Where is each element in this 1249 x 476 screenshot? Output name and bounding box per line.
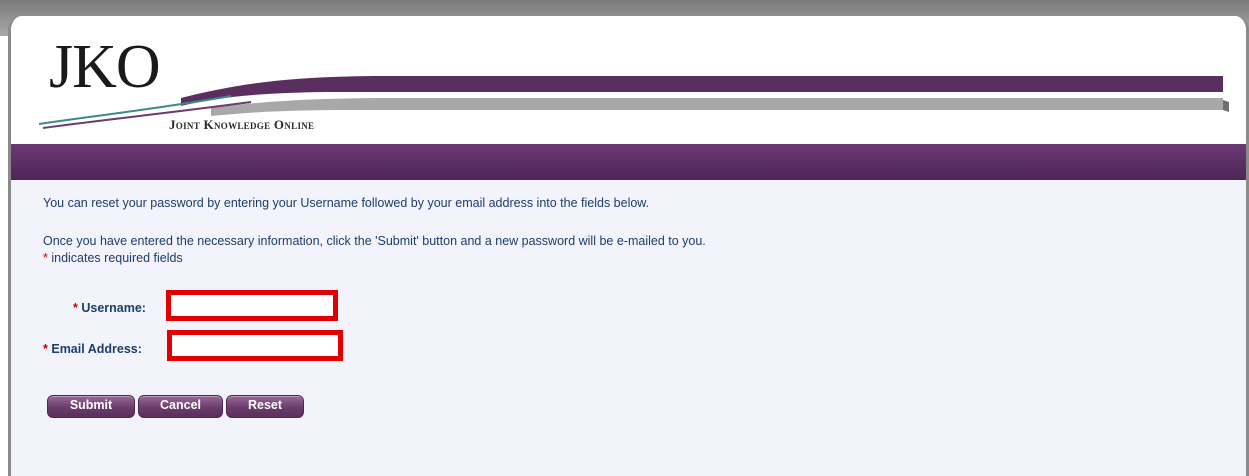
required-note-text: indicates required fields xyxy=(47,251,183,265)
nav-banner xyxy=(11,144,1246,180)
cancel-button[interactable]: Cancel xyxy=(138,395,223,418)
reset-password-panel xyxy=(11,180,1246,476)
required-note: * indicates required fields xyxy=(43,251,183,265)
email-address-input[interactable] xyxy=(167,330,343,361)
instruction-text-2: Once you have entered the necessary info… xyxy=(43,234,706,248)
username-input[interactable] xyxy=(166,290,338,321)
page-window: JKO Joint Knowledge Online You can reset… xyxy=(8,16,1249,476)
site-tagline: Joint Knowledge Online xyxy=(169,117,315,132)
username-required-star: * xyxy=(73,301,78,315)
reset-button[interactable]: Reset xyxy=(226,395,304,418)
instruction-text-1: You can reset your password by entering … xyxy=(43,196,650,210)
email-label: * Email Address: xyxy=(43,342,142,356)
email-required-star: * xyxy=(43,342,48,356)
username-label-text: Username: xyxy=(81,301,146,315)
site-header: JKO Joint Knowledge Online xyxy=(11,16,1246,144)
email-label-text: Email Address: xyxy=(51,342,142,356)
username-label: * Username: xyxy=(73,301,146,315)
submit-button[interactable]: Submit xyxy=(47,395,135,418)
jko-logo: JKO xyxy=(49,33,161,101)
